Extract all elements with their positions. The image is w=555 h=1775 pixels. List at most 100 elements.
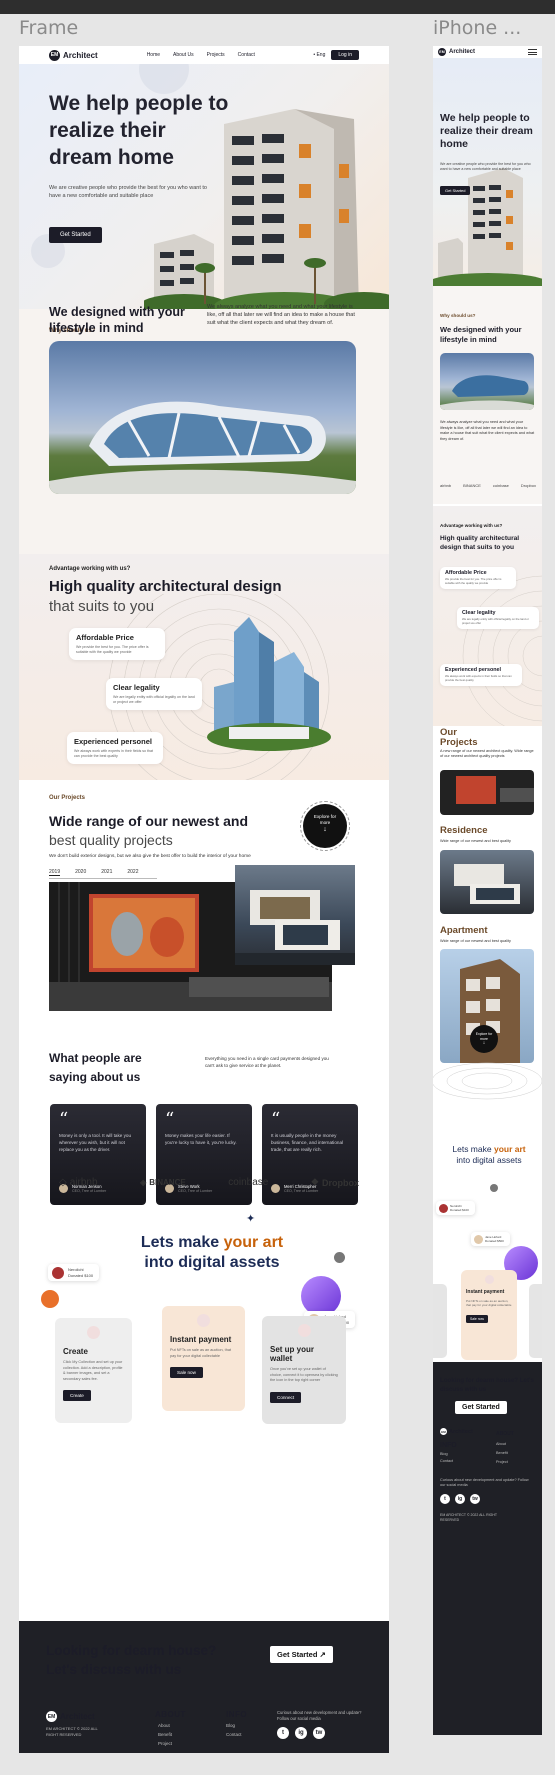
projects-title-strong: Wide range of our newest and <box>49 813 249 829</box>
dropbox-logo: ❖ Dropbox <box>311 1177 359 1188</box>
testimonials-title: What people are saying about us <box>49 1051 142 1084</box>
logo[interactable]: EM Architect <box>438 48 475 56</box>
phone-donation-pill: Jane Hoford Donated $500 <box>471 1232 510 1246</box>
avatar <box>52 1267 64 1279</box>
logo-mark: EM <box>46 1711 57 1722</box>
feature-desc: We are legally entity with official lega… <box>462 617 529 625</box>
footer-about-title: ABOUT <box>155 1710 186 1719</box>
explore-button[interactable]: Explore for more ↓ <box>300 801 350 851</box>
brand-name: Dropbox <box>520 483 536 488</box>
logo-mark: EM <box>49 49 60 61</box>
sale-now-button[interactable]: Sale now <box>170 1367 203 1378</box>
donation-amount: Donated $500 <box>485 1239 504 1243</box>
nav-link-about[interactable]: About Us <box>173 52 194 58</box>
tab-2020[interactable]: 2020 <box>75 869 86 876</box>
nav-link-projects[interactable]: Projects <box>207 52 225 58</box>
donation-amount: Donated $100 <box>68 1272 94 1278</box>
decor-ball-dark <box>334 1252 345 1263</box>
telegram-icon[interactable]: t <box>277 1727 289 1739</box>
projects-label: Our Projects <box>49 795 86 801</box>
feature-title: Clear legality <box>113 683 160 692</box>
top-nav: EM Architect Home About Us Projects Cont… <box>19 46 389 64</box>
nav-link-home[interactable]: Home <box>147 52 160 58</box>
phone-hero <box>433 58 542 286</box>
sale-now-button[interactable]: Sale now <box>466 1315 488 1323</box>
logo[interactable]: EM Architect <box>49 49 98 61</box>
hero-building-image <box>433 168 542 286</box>
payment-icon <box>484 1275 494 1284</box>
footer-link-benefit[interactable]: Benefit <box>158 1730 186 1739</box>
language-selector[interactable]: • Eng <box>313 52 325 58</box>
phone-hero-button[interactable]: Get Started <box>440 186 471 195</box>
card-desc: Click My Collection and set up your coll… <box>63 1360 123 1381</box>
phone-footer-about-links: About Benefit Project <box>496 1440 508 1467</box>
arrow-down-icon: ↓ <box>482 1040 486 1046</box>
footer-link-blog[interactable]: Blog <box>440 1451 453 1458</box>
phone-projects-subtitle: A new range of our newest architect qual… <box>440 749 534 758</box>
logo-text: Architect <box>60 1712 95 1721</box>
footer-link-project[interactable]: Project <box>158 1739 186 1748</box>
connect-button[interactable]: Connect <box>270 1391 302 1403</box>
login-button[interactable]: Log in <box>331 50 359 60</box>
create-button[interactable]: Create <box>63 1390 91 1401</box>
logo-mark: EM <box>440 1428 447 1435</box>
phone-digital-title: Lets make your art into digital assets <box>441 1144 537 1166</box>
footer-link-project[interactable]: Project <box>496 1458 508 1467</box>
telegram-icon[interactable]: t <box>440 1494 450 1504</box>
feature-title: Affordable Price <box>76 633 134 642</box>
footer-link-benefit[interactable]: Benefit <box>496 1449 508 1458</box>
decor-ball-dark <box>490 1184 498 1192</box>
phone-explore-button[interactable]: Explore for more ↓ <box>470 1025 498 1053</box>
phone-instant-payment-card: Instant payment Put NFTs on sale as an a… <box>461 1270 517 1360</box>
phone-nav: EM Architect <box>433 46 542 58</box>
footer-newsletter: Curious about new development and update… <box>277 1710 362 1721</box>
phone-brand-logos: airbnb BINANCE coinbase Dropbox <box>440 483 536 488</box>
nav-right: • Eng Log in <box>313 50 359 60</box>
card-title: Instant payment <box>170 1335 232 1344</box>
decor-ball-orange <box>41 1290 59 1308</box>
dropbox-icon: ❖ <box>310 1177 319 1187</box>
nav-link-contact[interactable]: Contact <box>238 52 255 58</box>
cta-get-started-button[interactable]: Get Started ↗ <box>270 1646 333 1663</box>
social-links: t ig tw <box>277 1727 325 1739</box>
footer-link-contact[interactable]: Contact <box>440 1458 453 1465</box>
modern-building-photo <box>49 341 356 494</box>
nav-links: Home About Us Projects Contact <box>147 52 255 58</box>
footer-link-blog[interactable]: Blog <box>226 1721 247 1730</box>
phone-donation-pill: Nerolichi Donated $100 <box>436 1201 475 1215</box>
digital-title-accent: your art <box>493 1144 526 1154</box>
footer-link-about[interactable]: About <box>496 1440 508 1449</box>
twitter-icon[interactable]: tw <box>313 1727 325 1739</box>
author-role: CEO, Tree of Lumber <box>284 1189 319 1193</box>
frame-label[interactable]: Frame <box>19 17 78 39</box>
tab-2021[interactable]: 2021 <box>101 869 112 876</box>
donation-amount: Donated $100 <box>450 1208 469 1212</box>
instagram-icon[interactable]: ig <box>455 1494 465 1504</box>
phone-residence-title: Residence <box>440 825 488 836</box>
phone-footer-copyright: EM ARCHITECT © 2022 ALL RIGHT RESERVED <box>440 1513 497 1522</box>
advantage-title-light: that suits to you <box>49 598 155 615</box>
card-title: Instant payment <box>466 1289 505 1295</box>
phone-advantage-label: Advantage working with us? <box>440 523 503 528</box>
why-title: We designed with your lifestyle in mind <box>49 305 185 335</box>
menu-icon[interactable] <box>528 48 537 57</box>
phone-projects-word: Projects <box>440 737 478 748</box>
quote-icon: “ <box>271 1109 281 1130</box>
phone-feature-card: Experienced personel We always work with… <box>440 664 522 686</box>
instagram-icon[interactable]: ig <box>295 1727 307 1739</box>
phone-footer-logo[interactable]: EM Architect <box>440 1428 473 1435</box>
twitter-icon[interactable]: tw <box>470 1494 480 1504</box>
footer-logo[interactable]: EM Architect <box>46 1711 95 1722</box>
projects-title: Wide range of our newest and best qualit… <box>49 812 289 850</box>
tab-2022[interactable]: 2022 <box>127 869 138 876</box>
hero-get-started-button[interactable]: Get Started <box>49 227 102 243</box>
cta-title: Looking for dearm house? Let's discuss w… <box>46 1643 217 1677</box>
tab-2019[interactable]: 2019 <box>49 869 61 876</box>
footer-link-about[interactable]: About <box>158 1721 186 1730</box>
wallet-icon <box>297 1324 311 1337</box>
footer-info: INFO Blog Contact <box>226 1710 247 1739</box>
footer-link-contact[interactable]: Contact <box>226 1730 247 1739</box>
phone-cta-button[interactable]: Get Started <box>455 1401 507 1414</box>
quote-icon: “ <box>59 1109 69 1130</box>
frame-label-phone[interactable]: iPhone ... <box>433 17 521 39</box>
